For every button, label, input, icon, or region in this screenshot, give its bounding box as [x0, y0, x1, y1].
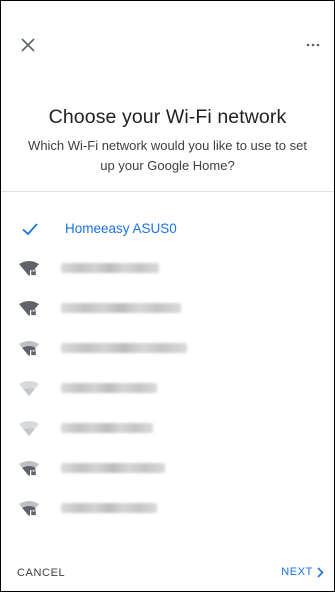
- next-button[interactable]: NEXT: [281, 566, 324, 578]
- network-name-redacted: [61, 423, 153, 433]
- close-button[interactable]: [17, 34, 39, 56]
- header-divider: [1, 191, 334, 192]
- network-name-redacted: [61, 383, 157, 393]
- wifi-locked-medium-icon: [19, 341, 39, 356]
- wifi-locked-strong-icon: [19, 261, 39, 276]
- chevron-right-icon: [317, 566, 324, 578]
- more-options-button[interactable]: [302, 34, 324, 56]
- network-item-selected[interactable]: Homeeasy ASUS0: [1, 209, 334, 249]
- network-item[interactable]: [1, 329, 334, 369]
- network-item[interactable]: [1, 449, 334, 489]
- network-item[interactable]: [1, 289, 334, 329]
- cancel-button[interactable]: CANCEL: [17, 567, 65, 579]
- network-item[interactable]: [1, 409, 334, 449]
- network-name-redacted: [61, 343, 187, 353]
- top-bar: [1, 1, 334, 89]
- network-item[interactable]: [1, 249, 334, 289]
- wifi-setup-screen: Choose your Wi-Fi network Which Wi-Fi ne…: [0, 0, 335, 592]
- network-list: Homeeasy ASUS0: [1, 209, 334, 529]
- more-horizontal-icon: [306, 43, 320, 47]
- page-subtitle: Which Wi-Fi network would you like to us…: [28, 138, 307, 173]
- network-name-redacted: [61, 303, 181, 313]
- close-icon: [21, 38, 35, 52]
- network-name-redacted: [61, 263, 159, 273]
- wifi-locked-strong-icon: [19, 301, 39, 316]
- check-icon: [22, 223, 38, 236]
- network-item[interactable]: [1, 489, 334, 529]
- network-name-redacted: [61, 503, 157, 513]
- next-button-label: NEXT: [281, 566, 313, 578]
- wifi-locked-medium-icon: [19, 501, 39, 516]
- page-title: Choose your Wi-Fi network: [48, 106, 287, 128]
- wifi-weak-icon: [19, 421, 39, 436]
- wifi-locked-medium-icon: [19, 461, 39, 476]
- network-name-redacted: [61, 463, 165, 473]
- wifi-weak-icon: [19, 381, 39, 396]
- network-name: Homeeasy ASUS0: [65, 221, 177, 236]
- footer-bar: CANCEL NEXT: [1, 555, 334, 591]
- network-item[interactable]: [1, 369, 334, 409]
